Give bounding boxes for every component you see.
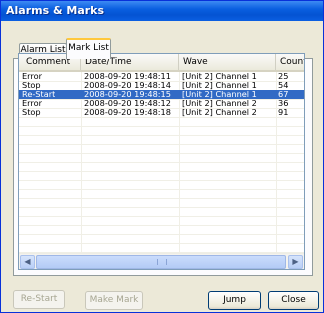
cell-datetime: 2008-09-20 19:48:11 [84,72,171,81]
cell-comment: Stop [22,81,41,90]
cell-count: 91 [278,108,289,117]
grip-icon [157,259,167,265]
table-row[interactable]: Error 2008-09-20 19:48:12 [Unit 2] Channel… [19,99,304,108]
mark-list-view[interactable]: Comment Date/Time Wave Count Error 2008-0… [18,53,305,270]
cell-wave: [Unit 2] Channel 2 [182,108,257,117]
grid-line-horizontal [19,153,304,154]
window-title: Alarms & Marks [6,4,105,17]
cell-datetime: 2008-09-20 19:48:15 [84,90,171,99]
scroll-thumb[interactable] [36,255,286,269]
cell-datetime: 2008-09-20 19:48:12 [84,99,171,108]
cell-wave: [Unit 2] Channel 1 [182,72,257,81]
grid-line-horizontal [19,243,304,244]
grid-line-horizontal [19,216,304,217]
cell-count: 67 [278,90,289,99]
restart-button[interactable]: Re-Start [13,290,65,309]
alarms-marks-window: Alarms & Marks Alarm List Mark List Comm… [0,0,324,313]
cell-wave: [Unit 2] Channel 1 [182,90,257,99]
table-row[interactable]: Stop 2008-09-20 19:48:18 [Unit 2] Channel … [19,108,304,117]
make-mark-button[interactable]: Make Mark [85,291,143,310]
tab-mark-list[interactable]: Mark List [66,38,111,59]
cell-comment: Error [22,72,42,81]
cell-datetime: 2008-09-20 19:48:18 [84,108,171,117]
column-header-wave[interactable]: Wave [179,54,276,70]
grid-line-horizontal [19,135,304,136]
grid-line-horizontal [19,180,304,181]
grid-line-horizontal [19,144,304,145]
cell-comment: Error [22,99,42,108]
list-header: Comment Date/Time Wave Count [19,54,304,72]
cell-comment: Re-Start [22,90,56,99]
table-row[interactable]: Re-Start 2008-09-20 19:48:15 [Unit 2] Chan… [19,90,304,99]
cell-datetime: 2008-09-20 19:48:14 [84,81,171,90]
grid-line-horizontal [19,198,304,199]
cell-wave: [Unit 2] Channel 1 [182,81,257,90]
arrow-left-icon[interactable]: ◀ [20,255,35,269]
cell-count: 36 [278,99,289,108]
grid-line-horizontal [19,117,304,118]
arrow-right-icon[interactable]: ▶ [288,255,303,269]
cell-count: 54 [278,81,289,90]
grid-line-horizontal [19,207,304,208]
cell-wave: [Unit 2] Channel 2 [182,99,257,108]
grid-line-horizontal [19,189,304,190]
grid-line-horizontal [19,234,304,235]
grid-line-horizontal [19,162,304,163]
close-button[interactable]: Close [268,291,319,310]
horizontal-scrollbar[interactable]: ◀ ▶ [19,253,304,269]
table-row[interactable]: Error 2008-09-20 19:48:11 [Unit 2] Channel… [19,72,304,81]
jump-button[interactable]: Jump [208,291,261,310]
title-bar[interactable]: Alarms & Marks [1,1,323,21]
grid-line-horizontal [19,171,304,172]
grid-line-horizontal [19,126,304,127]
cell-count: 25 [278,72,289,81]
cell-comment: Stop [22,108,41,117]
column-header-count[interactable]: Count [276,54,304,70]
grid-line-horizontal [19,225,304,226]
table-row[interactable]: Stop 2008-09-20 19:48:14 [Unit 2] Channel … [19,81,304,90]
